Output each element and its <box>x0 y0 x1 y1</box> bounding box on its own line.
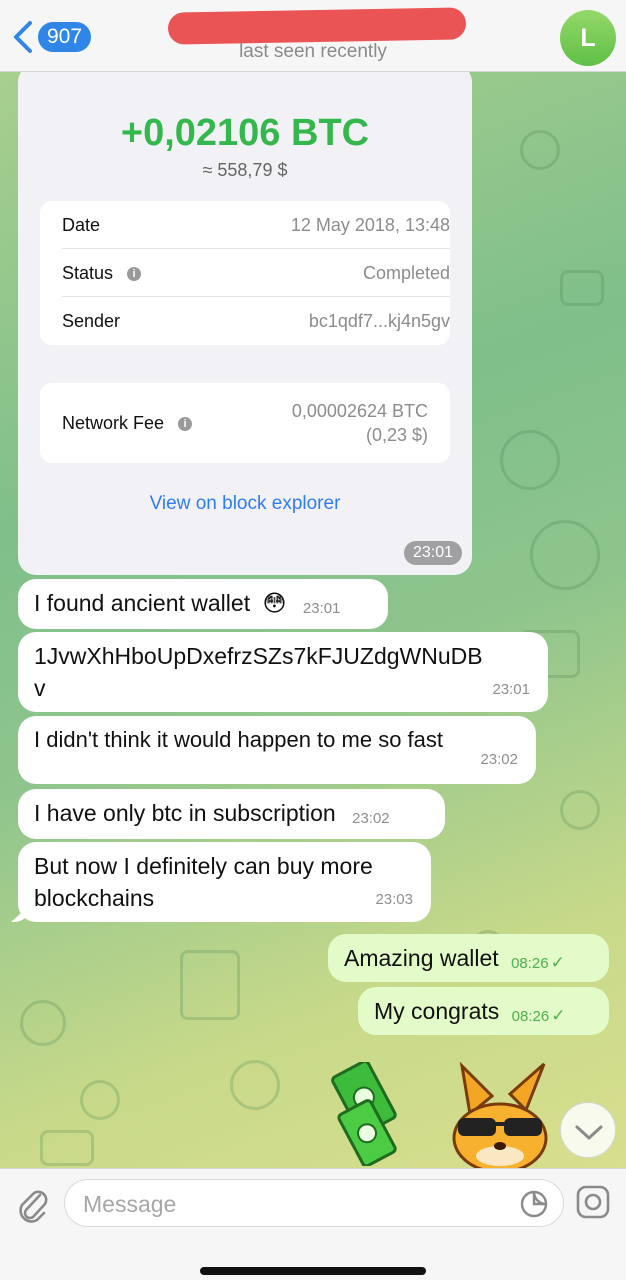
read-check-icon: ✓ <box>550 953 565 972</box>
network-fee-label-wrap: Network Fee i <box>62 413 193 434</box>
read-check-icon: ✓ <box>551 1006 566 1025</box>
message-text-continued: blockchains <box>34 885 155 911</box>
last-seen-status: last seen recently <box>239 41 387 62</box>
sender-row: Sender bc1qdf7...kj4n5gv <box>62 297 450 345</box>
sender-label: Sender <box>62 311 121 331</box>
message-time: 23:03 <box>375 891 413 908</box>
status-value: Completed <box>362 263 450 283</box>
status-label: Status <box>62 263 114 283</box>
sender-value: bc1qdf7...kj4n5gv <box>308 311 450 331</box>
transfer-screenshot-message[interactable]: Back Transfer +0,02106 BTC ≈ 558,79 $ Da… <box>18 64 472 575</box>
message-text: I have only btc in subscription <box>34 800 336 826</box>
redacted-contact-name <box>167 7 467 45</box>
message-field[interactable] <box>64 1179 564 1227</box>
scroll-to-bottom-button[interactable] <box>560 1102 616 1158</box>
flushed-face-emoji: 😳 <box>262 591 287 617</box>
chat-header: 907 last seen recently L <box>0 0 626 72</box>
network-fee-usd: (0,23 $) <box>365 425 428 445</box>
message-time: 23:01 <box>492 681 530 698</box>
transfer-details-panel: Date 12 May 2018, 13:48 Status i Complet… <box>40 201 450 345</box>
view-on-block-explorer-link[interactable]: View on block explorer <box>18 493 472 515</box>
message-text: But now I definitely can buy more <box>34 853 373 879</box>
message-bubble[interactable]: I didn't think it would happen to me so … <box>18 716 536 784</box>
message-bubble[interactable]: I found ancient wallet 😳 23:01 <box>18 579 388 629</box>
avatar[interactable]: L <box>560 10 616 66</box>
outgoing-message-bubble[interactable]: Amazing wallet 08:26 ✓ <box>328 934 609 982</box>
message-text-continued: v <box>34 675 46 701</box>
message-text: Amazing wallet <box>344 945 499 971</box>
date-value: 12 May 2018, 13:48 <box>290 215 450 235</box>
network-fee-panel: Network Fee i 0,00002624 BTC (0,23 $) <box>40 383 450 463</box>
message-input-bar <box>0 1168 626 1280</box>
message-time: 23:01 <box>302 600 341 617</box>
info-icon: i <box>178 416 193 431</box>
status-row: Status i Completed <box>62 249 450 297</box>
camera-icon[interactable] <box>576 1185 610 1219</box>
fox-sticker[interactable] <box>440 1060 560 1168</box>
sticker-icon[interactable] <box>519 1189 549 1219</box>
network-fee-label: Network Fee <box>62 413 165 433</box>
message-time: 23:02 <box>480 751 518 768</box>
date-label: Date <box>62 215 101 235</box>
message-time-value: 08:26 <box>511 1008 550 1025</box>
money-sticker[interactable] <box>330 1062 404 1166</box>
date-row: Date 12 May 2018, 13:48 <box>62 201 450 249</box>
message-text: I found ancient wallet <box>34 590 251 616</box>
outgoing-message-bubble[interactable]: My congrats 08:26 ✓ <box>358 987 609 1035</box>
transfer-amount: +0,02106 BTC <box>120 112 370 154</box>
status-label-wrap: Status i <box>62 263 142 284</box>
message-input[interactable] <box>83 1188 503 1220</box>
transfer-usd-approx: ≈ 558,79 $ <box>202 160 288 180</box>
home-indicator <box>200 1267 426 1275</box>
paperclip-icon[interactable] <box>14 1183 50 1223</box>
message-time: 23:01 <box>403 541 462 565</box>
message-time-value: 08:26 <box>511 955 549 972</box>
info-icon: i <box>127 266 142 281</box>
chevron-down-icon <box>575 1125 603 1140</box>
message-time: 23:02 <box>352 810 390 827</box>
message-text: I didn't think it would happen to me so … <box>34 727 443 752</box>
network-fee-btc: 0,00002624 BTC <box>291 401 428 421</box>
message-bubble[interactable]: But now I definitely can buy more blockc… <box>11 842 431 922</box>
message-bubble[interactable]: 1JvwXhHboUpDxefrzSZs7kFJUZdgWNuDB v 23:0… <box>18 632 548 712</box>
message-time: 08:26 ✓ <box>511 947 565 980</box>
message-text: 1JvwXhHboUpDxefrzSZs7kFJUZdgWNuDB <box>34 643 483 669</box>
message-bubble[interactable]: I have only btc in subscription 23:02 <box>18 789 445 839</box>
message-time: 08:26 ✓ <box>512 1000 566 1033</box>
message-text: My congrats <box>374 998 500 1024</box>
